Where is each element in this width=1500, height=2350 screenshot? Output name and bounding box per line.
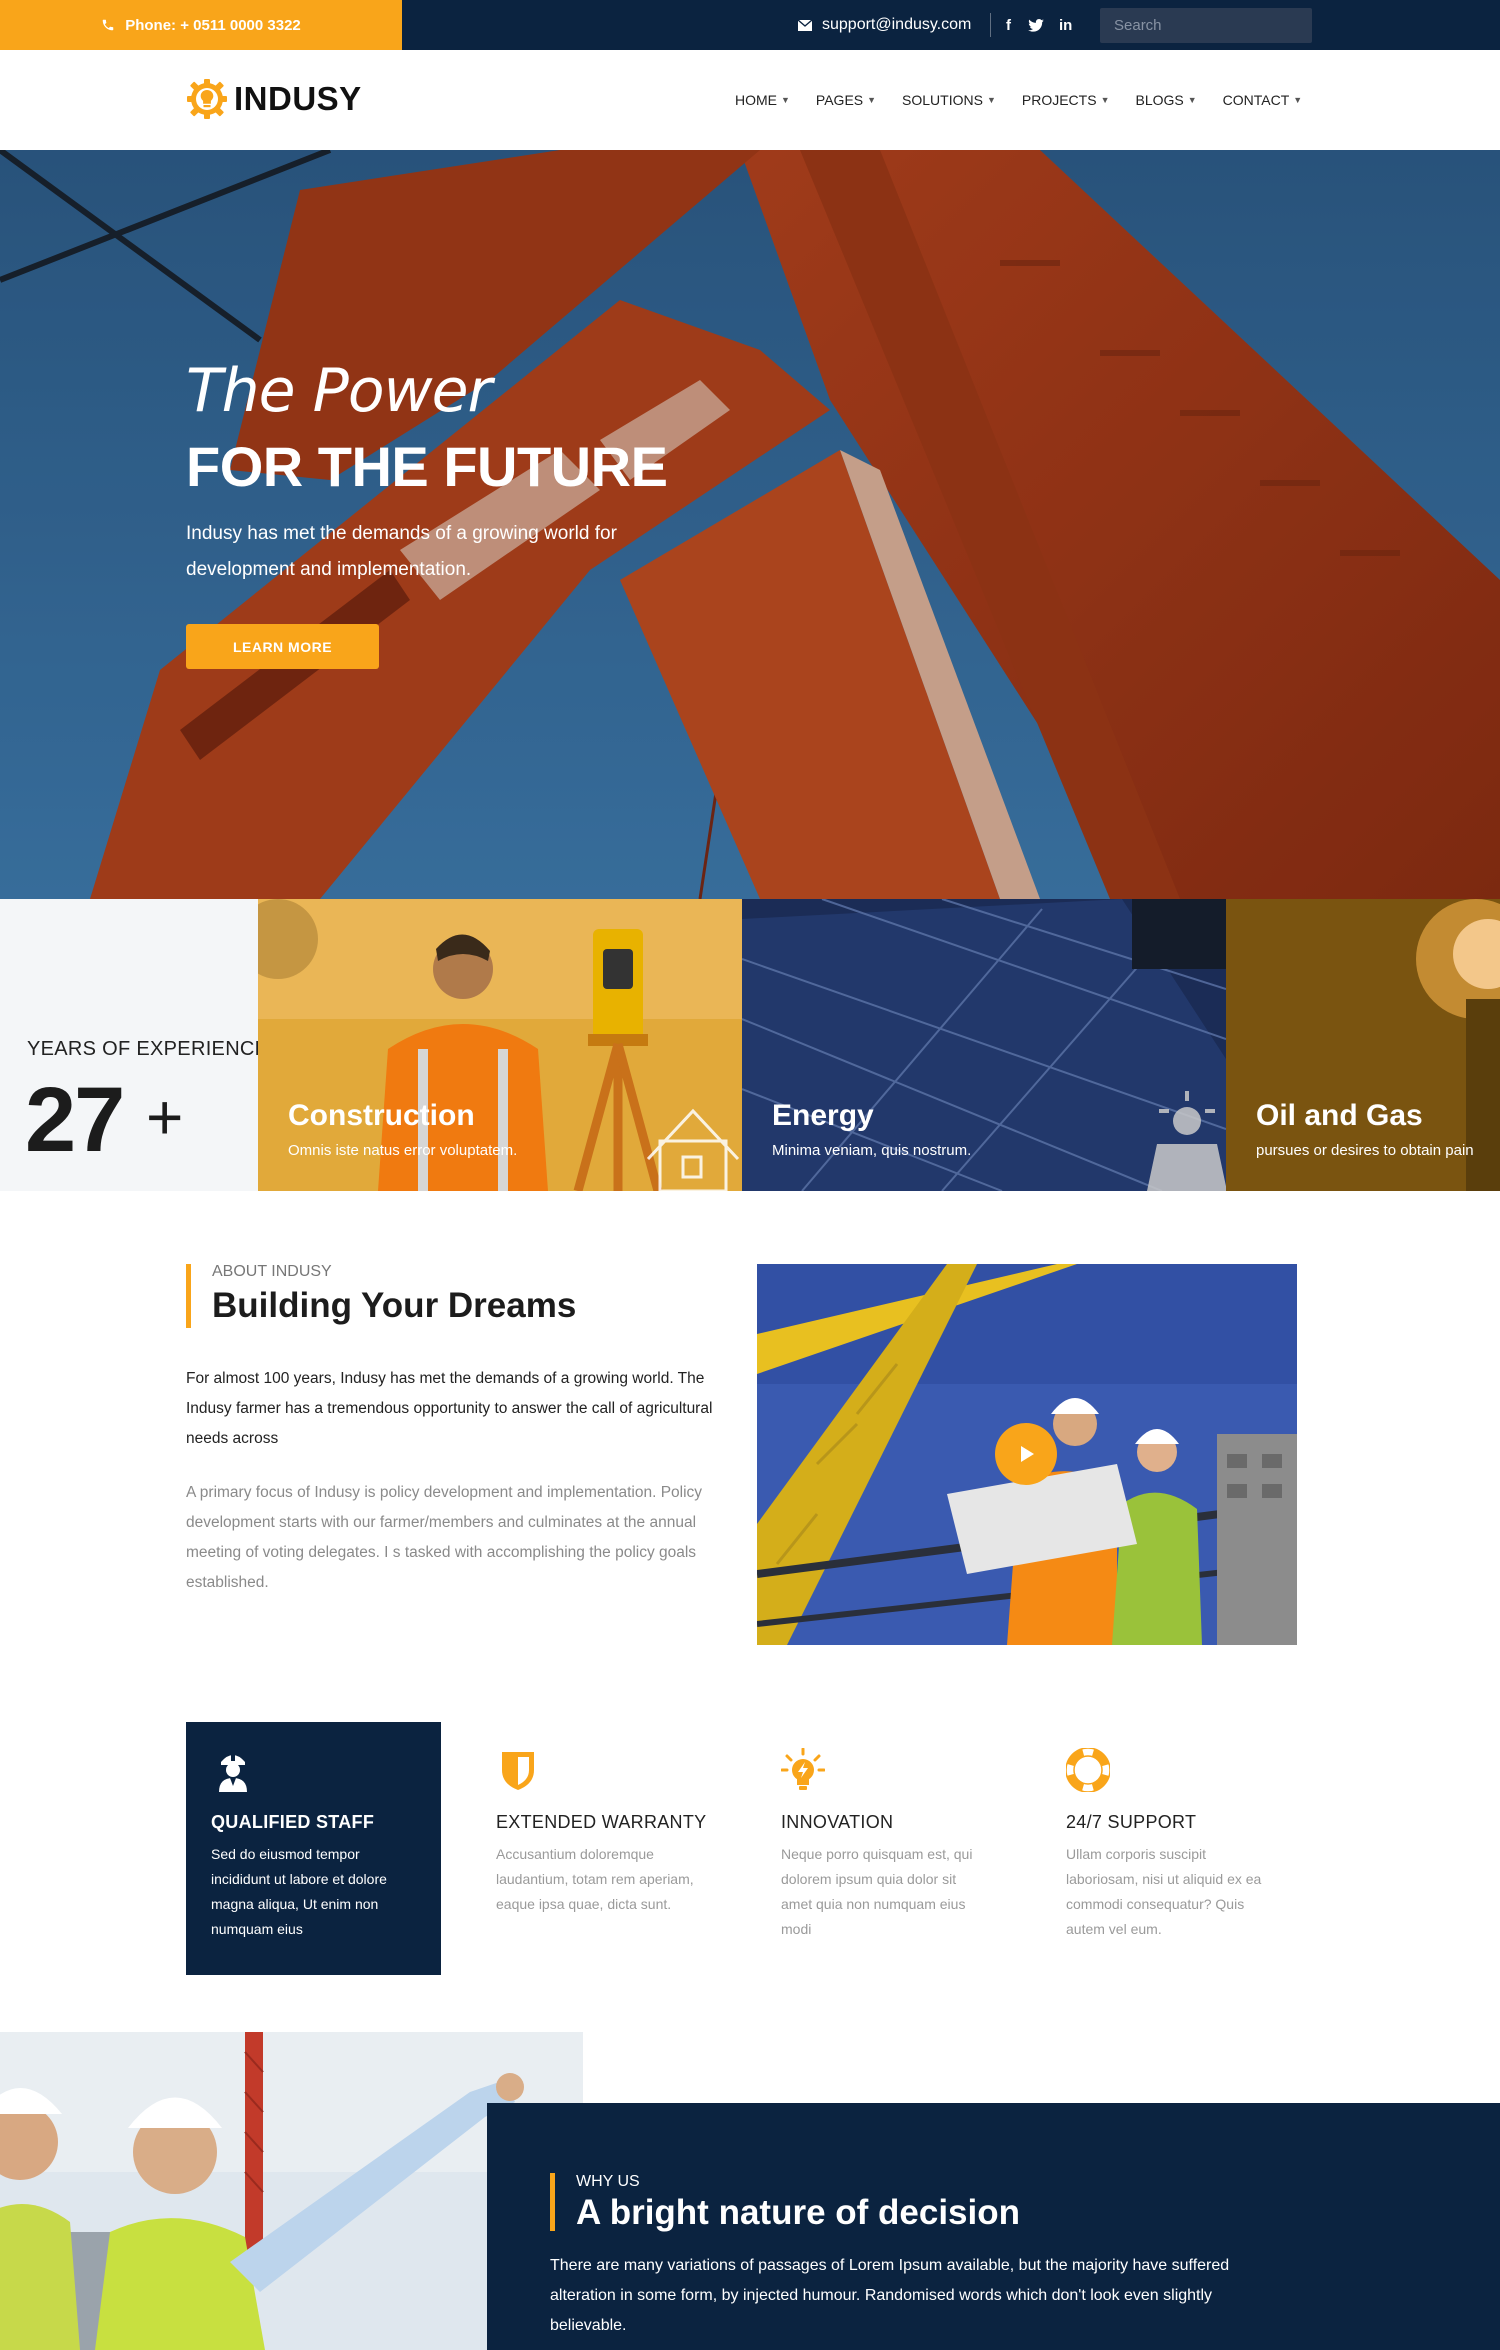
hero-title-line1: The Power	[186, 356, 492, 426]
about-paragraph-secondary: A primary focus of Indusy is policy deve…	[186, 1484, 703, 1591]
linkedin-icon: in	[1059, 16, 1073, 34]
email-text: support@indusy.com	[822, 16, 972, 33]
learn-more-button[interactable]: LEARN MORE	[186, 624, 379, 669]
nav-item-pages[interactable]: PAGES ▼	[816, 92, 876, 108]
nav-label: HOME	[735, 92, 777, 108]
nav-label: PAGES	[815, 92, 864, 108]
why-us-text: There are many variations of passages of…	[550, 2257, 1230, 2334]
lifebuoy-icon	[1066, 1748, 1110, 1792]
feature-card-qualified-staff: QUALIFIED STAFF Sed do eiusmod tempor in…	[186, 1722, 441, 1975]
service-subtitle: pursues or desires to obtain pain	[1256, 1142, 1474, 1159]
hero-description: Indusy has met the demands of a growing …	[186, 523, 617, 580]
topbar-divider	[990, 13, 991, 37]
shield-icon	[502, 1752, 534, 1790]
nav-item-contact[interactable]: CONTACT ▼	[1223, 92, 1303, 108]
envelope-icon	[798, 19, 812, 31]
nav-label: PROJECTS	[1021, 92, 1097, 108]
experience-number: 27	[25, 1069, 125, 1171]
feature-text: Sed do eiusmod tempor incididunt ut labo…	[211, 1846, 387, 1937]
nav-label: CONTACT	[1222, 92, 1290, 108]
service-subtitle: Omnis iste natus error voluptatem.	[288, 1142, 518, 1159]
feature-text: Ullam corporis suscipit laboriosam, nisi…	[1066, 1846, 1262, 1937]
feature-text: Accusantium doloremque laudantium, totam…	[496, 1846, 694, 1912]
experience-label: YEARS OF EXPERIENCE	[27, 1038, 269, 1060]
search-input[interactable]	[1114, 17, 1313, 34]
play-video-button[interactable]	[995, 1423, 1057, 1485]
feature-title: QUALIFIED STAFF	[211, 1812, 375, 1832]
nav-label: SOLUTIONS	[902, 92, 983, 108]
email-contact[interactable]: support@indusy.com	[798, 0, 971, 50]
phone-icon	[102, 19, 114, 31]
hero-title-line2: FOR THE FUTURE	[186, 435, 668, 498]
phone-text: Phone: + 0511 0000 3322	[125, 16, 301, 34]
service-subtitle: Minima veniam, quis nostrum.	[772, 1142, 972, 1159]
nav-label: BLOGS	[1135, 92, 1184, 108]
logo-text: INDUSY	[234, 80, 362, 117]
play-icon	[1021, 1446, 1034, 1462]
about-title: Building Your Dreams	[212, 1286, 577, 1325]
twitter-icon	[1028, 18, 1044, 32]
worker-icon	[219, 1752, 247, 1792]
logo[interactable]: INDUSY	[186, 78, 362, 120]
feature-title: 24/7 SUPPORT	[1066, 1812, 1197, 1832]
chevron-down-icon: ▼	[867, 95, 877, 105]
experience-suffix: +	[146, 1081, 184, 1153]
chevron-down-icon: ▼	[1187, 95, 1197, 105]
nav-item-home[interactable]: HOME ▼	[735, 92, 790, 108]
chevron-down-icon: ▼	[1100, 95, 1110, 105]
feature-card-extended-warranty: EXTENDED WARRANTY Accusantium doloremque…	[471, 1722, 726, 1975]
service-card-oil-gas[interactable]: Oil and Gas pursues or desires to obtain…	[1226, 899, 1500, 1191]
twitter-link[interactable]	[1028, 0, 1044, 50]
gear-bulb-icon	[187, 79, 227, 119]
phone-contact[interactable]: Phone: + 0511 0000 3322	[0, 0, 402, 50]
feature-card-support: 24/7 SUPPORT Ullam corporis suscipit lab…	[1041, 1722, 1296, 1975]
main-nav: HOME ▼ PAGES ▼ SOLUTIONS ▼ PROJECTS ▼ BLOGS ▼…	[735, 50, 1328, 150]
nav-item-projects[interactable]: PROJECTS ▼	[1022, 92, 1110, 108]
service-title: Energy	[772, 1099, 874, 1132]
search-box	[1100, 8, 1313, 43]
feature-title: EXTENDED WARRANTY	[496, 1812, 707, 1832]
accent-bar	[550, 2173, 555, 2231]
service-title: Construction	[288, 1099, 475, 1132]
chevron-down-icon: ▼	[781, 95, 790, 105]
nav-item-blogs[interactable]: BLOGS ▼	[1135, 92, 1196, 108]
chevron-down-icon: ▼	[1293, 95, 1303, 105]
facebook-link[interactable]: f	[1006, 0, 1011, 50]
linkedin-link[interactable]: in	[1059, 0, 1072, 50]
service-card-energy[interactable]: Energy Minima veniam, quis nostrum.	[742, 899, 1226, 1191]
about-paragraph-primary: For almost 100 years, Indusy has met the…	[186, 1370, 713, 1447]
feature-card-innovation: INNOVATION Neque porro quisquam est, qui…	[756, 1722, 1011, 1975]
about-kicker: ABOUT INDUSY	[212, 1263, 332, 1280]
nav-item-solutions[interactable]: SOLUTIONS ▼	[902, 92, 996, 108]
accent-bar	[186, 1264, 191, 1328]
why-us-kicker: WHY US	[576, 2173, 640, 2190]
why-us-title: A bright nature of decision	[576, 2193, 1020, 2232]
chevron-down-icon: ▼	[986, 95, 996, 105]
feature-title: INNOVATION	[781, 1812, 894, 1832]
lightbulb-icon	[781, 1748, 825, 1790]
feature-text: Neque porro quisquam est, qui dolorem ip…	[781, 1846, 973, 1937]
facebook-icon: f	[1006, 16, 1011, 34]
service-card-construction[interactable]: Construction Omnis iste natus error volu…	[258, 899, 742, 1191]
service-title: Oil and Gas	[1256, 1099, 1423, 1132]
